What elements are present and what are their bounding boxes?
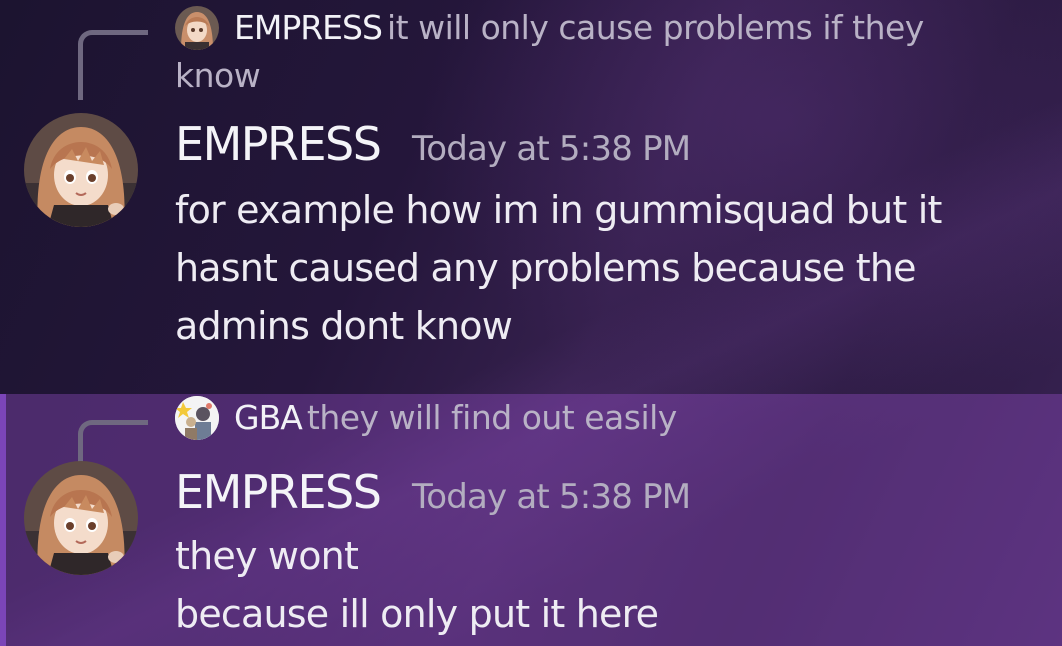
reply-author-name[interactable]: EMPRESS [234,8,383,47]
message-author-name[interactable]: EMPRESS [175,464,382,520]
chat-message[interactable]: EMPRESS it will only cause problems if t… [0,0,1062,394]
message-line: hasnt caused any problems because the [175,246,917,290]
reply-connector-line [78,30,148,100]
message-content: they wont because ill only put it here [175,527,1035,643]
reply-author-name[interactable]: GBA [234,398,303,437]
chat-message-highlighted[interactable]: GBA they will find out easily EMPRESS To… [0,394,1062,646]
reply-preview[interactable]: EMPRESS it will only cause problems if t… [234,4,924,58]
reply-preview-continued: know [175,52,261,106]
reply-author-avatar-icon[interactable] [175,6,219,50]
message-line: for example how im in gummisquad but it [175,188,942,232]
reply-text: they will find out easily [306,398,677,437]
reply-text-continued: know [175,56,261,95]
author-avatar-icon[interactable] [24,113,138,227]
message-timestamp: Today at 5:38 PM [412,477,691,517]
message-timestamp: Today at 5:38 PM [412,129,691,169]
reply-author-avatar-icon[interactable] [175,396,219,440]
message-line: because ill only put it here [175,592,659,636]
message-content: for example how im in gummisquad but it … [175,181,1035,355]
reply-preview[interactable]: GBA they will find out easily [234,394,677,448]
author-avatar-icon[interactable] [24,461,138,575]
message-author-name[interactable]: EMPRESS [175,116,382,172]
reply-text: it will only cause problems if they [387,8,924,47]
message-line: admins dont know [175,304,513,348]
message-line: they wont [175,534,359,578]
